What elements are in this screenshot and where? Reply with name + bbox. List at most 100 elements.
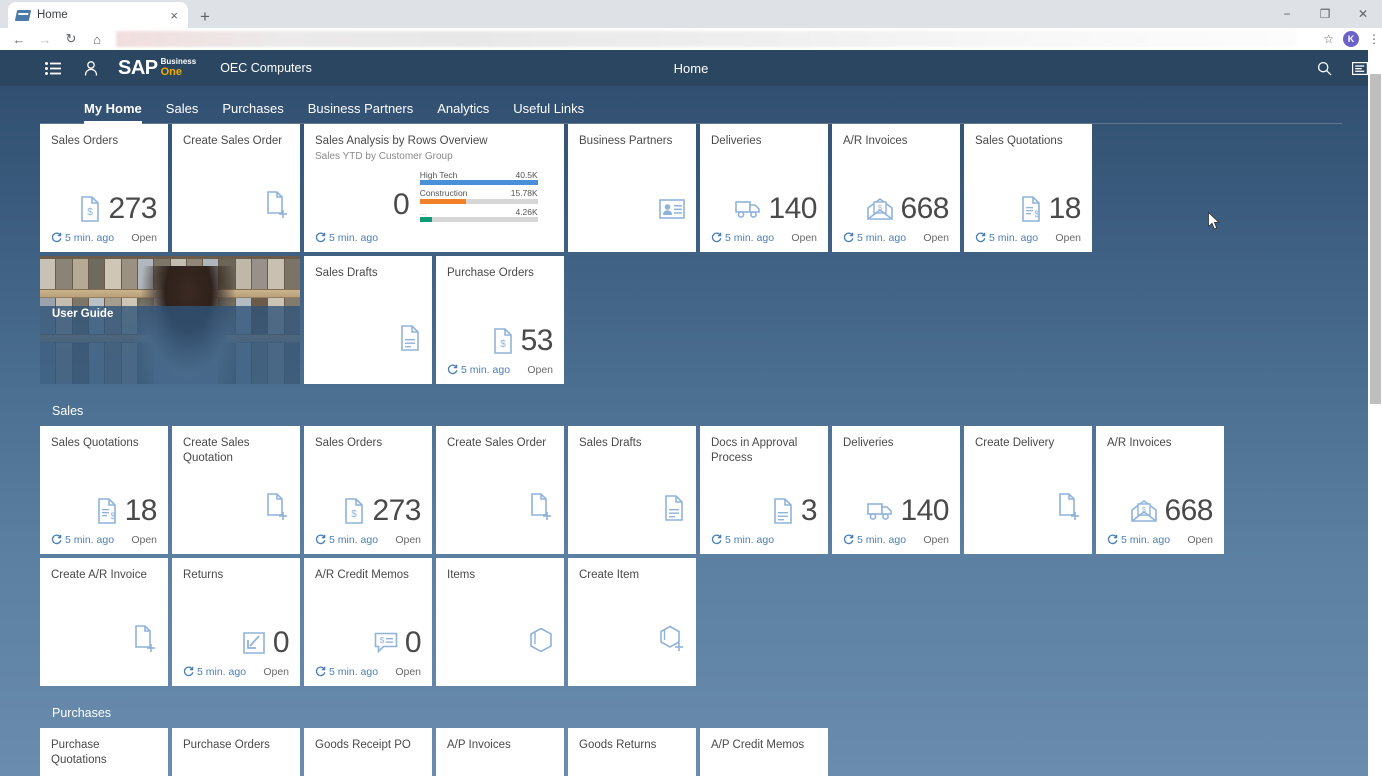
tile-title: Goods Receipt PO: [315, 738, 421, 753]
tile-create-sales-order[interactable]: Create Sales Order: [172, 124, 300, 252]
new-tab-button[interactable]: +: [200, 8, 210, 25]
tile-create-item[interactable]: Create Item: [568, 558, 696, 686]
avatar[interactable]: K: [1343, 31, 1359, 47]
reload-icon[interactable]: ↻: [58, 28, 84, 50]
tile-sales-orders[interactable]: Sales Orders $ 273 5 min. ago Open: [40, 124, 168, 252]
chart-subtitle: Sales YTD by Customer Group: [315, 151, 553, 162]
tile-title: Sales Quotations: [975, 134, 1081, 149]
cube-plus-icon: [659, 625, 685, 658]
refresh-status[interactable]: 5 min. ago: [183, 666, 246, 678]
tile-sales-drafts[interactable]: Sales Drafts: [304, 256, 432, 384]
main-nav-tabs: My Home Sales Purchases Business Partner…: [0, 86, 1382, 124]
tab-my-home[interactable]: My Home: [72, 101, 154, 124]
tile-purchase-orders[interactable]: Purchase Orders $ 53 5 min. ago Open: [436, 256, 564, 384]
tab-purchases[interactable]: Purchases: [210, 101, 295, 124]
tab-analytics[interactable]: Analytics: [425, 101, 501, 124]
refresh-text: 5 min. ago: [725, 534, 774, 546]
tile-ap-credit-memos[interactable]: A/P Credit Memos: [700, 728, 828, 776]
overflow-menu-icon[interactable]: ⋮: [1368, 36, 1378, 42]
tile-purchase-quotations[interactable]: Purchase Quotations: [40, 728, 168, 776]
refresh-text: 5 min. ago: [65, 534, 114, 546]
minimize-icon[interactable]: −: [1268, 0, 1306, 28]
sales-tile-row-1: Sales Quotations $ 18 5 min. ago Open Cr: [0, 426, 1382, 554]
tile-title: Docs in Approval Process: [711, 436, 817, 465]
tile-deliveries[interactable]: Deliveries 140 5 min. ago Open: [832, 426, 960, 554]
tile-sales-analysis-chart[interactable]: Sales Analysis by Rows Overview Sales YT…: [304, 124, 564, 252]
refresh-status[interactable]: 5 min. ago: [315, 232, 378, 244]
svg-text:$: $: [352, 509, 358, 520]
logo-one-text: One: [161, 67, 197, 78]
tile-create-sales-order[interactable]: Create Sales Order: [436, 426, 564, 554]
refresh-status[interactable]: 5 min. ago: [315, 534, 378, 546]
list-view-icon[interactable]: [1352, 62, 1368, 75]
chart-area: 0 High Tech 40.5K Construction: [315, 162, 553, 224]
refresh-status[interactable]: 5 min. ago: [51, 232, 114, 244]
tile-goods-returns[interactable]: Goods Returns: [568, 728, 696, 776]
tile-returns[interactable]: Returns 0 5 min. ago Open: [172, 558, 300, 686]
tile-title: A/R Invoices: [843, 134, 949, 149]
refresh-status[interactable]: 5 min. ago: [843, 232, 906, 244]
tile-title: Purchase Quotations: [51, 738, 157, 767]
draft-doc-icon: [663, 495, 685, 526]
browser-tab-home[interactable]: Home ×: [8, 2, 188, 28]
back-icon[interactable]: ←: [6, 28, 32, 50]
tile-business-partners[interactable]: Business Partners: [568, 124, 696, 252]
svg-text:$: $: [380, 636, 385, 645]
refresh-status[interactable]: 5 min. ago: [711, 232, 774, 244]
credit-memo-icon: $: [374, 632, 398, 654]
tile-docs-in-approval-process[interactable]: Docs in Approval Process 3 5 min. ago: [700, 426, 828, 554]
tab-useful-links[interactable]: Useful Links: [501, 101, 596, 124]
scrollbar-thumb[interactable]: [1370, 74, 1381, 404]
draft-doc-icon: [399, 325, 421, 356]
tile-create-ar-invoice[interactable]: Create A/R Invoice: [40, 558, 168, 686]
refresh-status[interactable]: 5 min. ago: [1107, 534, 1170, 546]
purchases-tile-row-1: Purchase Quotations Purchase Orders Good…: [0, 728, 1382, 776]
tile-ap-invoices[interactable]: A/P Invoices: [436, 728, 564, 776]
window-close-icon[interactable]: ✕: [1344, 0, 1382, 28]
tile-ar-invoices[interactable]: A/R Invoices $ 668 5 min. ago Open: [1096, 426, 1224, 554]
tile-value: 18: [125, 496, 157, 526]
tile-goods-receipt-po[interactable]: Goods Receipt PO: [304, 728, 432, 776]
refresh-text: 5 min. ago: [329, 666, 378, 678]
bookmark-star-icon[interactable]: ☆: [1323, 32, 1334, 46]
vertical-scrollbar[interactable]: [1368, 50, 1382, 776]
tile-sales-orders[interactable]: Sales Orders $ 273 5 min. ago Open: [304, 426, 432, 554]
close-icon[interactable]: ×: [168, 9, 180, 22]
tile-deliveries[interactable]: Deliveries 140 5 min. ago Open: [700, 124, 828, 252]
user-account-icon[interactable]: [80, 61, 102, 76]
tile-user-guide[interactable]: User Guide: [40, 256, 300, 384]
maximize-icon[interactable]: ❐: [1306, 0, 1344, 28]
tab-sales[interactable]: Sales: [154, 101, 211, 124]
tile-purchase-orders[interactable]: Purchase Orders: [172, 728, 300, 776]
refresh-status[interactable]: 5 min. ago: [447, 364, 510, 376]
quote-doc-icon: $: [1020, 196, 1042, 222]
section-header-sales: Sales: [0, 396, 1382, 426]
tile-items[interactable]: Items: [436, 558, 564, 686]
tab-business-partners[interactable]: Business Partners: [296, 101, 426, 124]
refresh-status[interactable]: 5 min. ago: [51, 534, 114, 546]
tile-ar-invoices[interactable]: A/R Invoices $ 668 5 min. ago Open: [832, 124, 960, 252]
refresh-status[interactable]: 5 min. ago: [975, 232, 1038, 244]
tile-sales-quotations[interactable]: Sales Quotations $ 18 5 min. ago Open: [964, 124, 1092, 252]
tile-create-sales-quotation[interactable]: Create Sales Quotation: [172, 426, 300, 554]
chart-bars: High Tech 40.5K Construction 15.78K: [420, 171, 538, 225]
doc-plus-icon: [1057, 493, 1081, 526]
tile-ar-credit-memos[interactable]: A/R Credit Memos $ 0 5 min. ago Open: [304, 558, 432, 686]
refresh-status[interactable]: 5 min. ago: [711, 534, 774, 546]
refresh-status[interactable]: 5 min. ago: [843, 534, 906, 546]
sales-tile-row-2: Create A/R Invoice Returns 0: [0, 558, 1382, 686]
refresh-text: 5 min. ago: [329, 534, 378, 546]
home-icon[interactable]: ⌂: [84, 28, 110, 50]
tile-sales-drafts[interactable]: Sales Drafts: [568, 426, 696, 554]
search-icon[interactable]: [1317, 61, 1332, 76]
tile-value: 0: [405, 628, 421, 658]
tile-sales-quotations[interactable]: Sales Quotations $ 18 5 min. ago Open: [40, 426, 168, 554]
truck-icon: [867, 501, 893, 521]
refresh-text: 5 min. ago: [1121, 534, 1170, 546]
refresh-status[interactable]: 5 min. ago: [315, 666, 378, 678]
menu-icon[interactable]: [42, 62, 64, 75]
tile-create-delivery[interactable]: Create Delivery: [964, 426, 1092, 554]
address-bar[interactable]: [116, 31, 1296, 47]
browser-toolbar: ← → ↻ ⌂ ☆ K ⋮: [0, 28, 1382, 50]
chart-bar-other: ... 4.26K: [420, 208, 538, 223]
